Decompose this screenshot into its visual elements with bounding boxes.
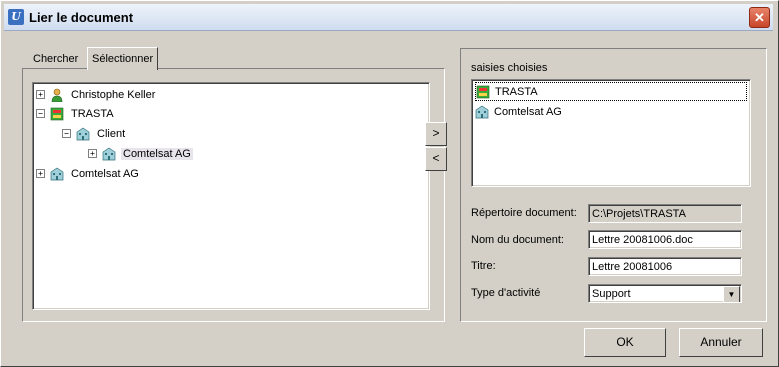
collapse-icon[interactable]: − — [36, 109, 45, 118]
activity-label: Type d'activité — [471, 287, 541, 299]
expand-icon[interactable]: + — [36, 90, 45, 99]
building-icon — [76, 127, 90, 140]
activity-select[interactable]: Support ▼ — [588, 284, 742, 303]
title-label: Titre: — [471, 260, 496, 272]
person-icon — [51, 88, 63, 102]
ok-button[interactable]: OK — [584, 328, 666, 357]
chosen-list[interactable]: TRASTA Comtelsat AG — [471, 79, 751, 187]
tree-item[interactable]: + Comtelsat AG — [88, 145, 193, 162]
window-title: Lier le document — [29, 9, 134, 25]
chosen-heading: saisies choisies — [471, 62, 548, 74]
tree-item-label: Comtelsat AG — [71, 167, 139, 180]
list-item-label: TRASTA — [495, 85, 538, 98]
tree-item[interactable]: − TRASTA — [36, 105, 116, 122]
building-icon — [102, 147, 116, 160]
tree-item[interactable]: + Comtelsat AG — [36, 165, 141, 182]
list-item[interactable]: TRASTA — [475, 82, 747, 101]
building-icon — [50, 167, 64, 180]
list-item-label: Comtelsat AG — [494, 105, 562, 118]
selection-tree[interactable]: + Christophe Keller − TRASTA − Client + — [32, 82, 430, 310]
project-icon — [50, 107, 64, 120]
tree-item-label: TRASTA — [71, 107, 114, 120]
tree-item-label: Comtelsat AG — [121, 147, 193, 160]
tab-chercher[interactable]: Chercher — [29, 50, 82, 69]
tree-item[interactable]: − Client — [62, 125, 127, 142]
app-icon: U — [8, 9, 24, 25]
cancel-button[interactable]: Annuler — [679, 328, 763, 357]
collapse-icon[interactable]: − — [62, 129, 71, 138]
expand-icon[interactable]: + — [88, 149, 97, 158]
directory-label: Répertoire document: — [471, 207, 577, 219]
tab-selectionner[interactable]: Sélectionner — [87, 47, 159, 70]
tree-item[interactable]: + Christophe Keller — [36, 86, 157, 103]
directory-field: C:\Projets\TRASTA — [588, 204, 742, 223]
title-input[interactable]: Lettre 20081006 — [588, 257, 742, 276]
list-item[interactable]: Comtelsat AG — [475, 103, 562, 120]
activity-select-value: Support — [592, 288, 631, 300]
close-button[interactable]: ✕ — [749, 7, 770, 28]
building-icon — [475, 105, 489, 118]
add-button[interactable]: > — [425, 122, 447, 146]
expand-icon[interactable]: + — [36, 169, 45, 178]
remove-button[interactable]: < — [425, 147, 447, 171]
docname-input[interactable]: Lettre 20081006.doc — [588, 230, 742, 249]
title-bar: U Lier le document ✕ — [4, 4, 773, 31]
tree-item-label: Client — [97, 127, 126, 140]
docname-label: Nom du document: — [471, 234, 564, 246]
tree-item-label: Christophe Keller — [71, 88, 156, 101]
project-icon — [476, 85, 490, 98]
chevron-down-icon[interactable]: ▼ — [723, 286, 740, 302]
